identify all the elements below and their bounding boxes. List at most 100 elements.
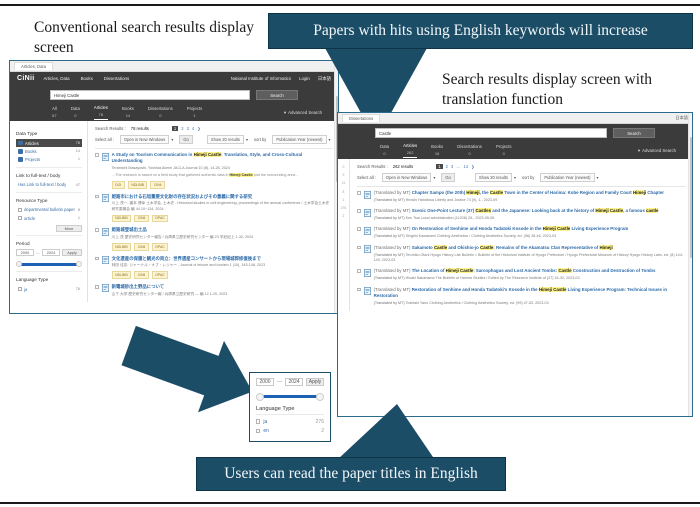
result-title[interactable]: (Translated by MT) Sakamoto Castle and O… bbox=[374, 244, 686, 251]
result-item[interactable]: A Study on Tourism Communication in Hime… bbox=[95, 152, 332, 189]
search-button-left[interactable]: Search bbox=[256, 89, 298, 100]
facet-more-button[interactable]: More bbox=[56, 225, 82, 233]
nav-dissertations[interactable]: Dissertations bbox=[104, 76, 129, 81]
scrollbar-thumb[interactable] bbox=[689, 137, 692, 259]
result-tag[interactable]: OPAC bbox=[151, 242, 169, 251]
zc-slider-knob-right[interactable] bbox=[316, 392, 324, 401]
period-from-input[interactable]: 2000 bbox=[16, 249, 34, 257]
zc-apply-button[interactable]: Apply bbox=[306, 378, 324, 386]
result-title[interactable]: (Translated by MT) On Restoration of Sen… bbox=[374, 226, 686, 232]
facet-has-fulltext[interactable]: Has Link to full-text / body 47 bbox=[16, 181, 82, 189]
facet-projects[interactable]: Projects 1 bbox=[16, 155, 82, 163]
sort-select[interactable]: Publication Year (newest) bbox=[540, 173, 595, 182]
result-title[interactable]: A Study on Tourism Communication in Hime… bbox=[112, 152, 332, 165]
period-to-input[interactable]: 2024 bbox=[42, 249, 60, 257]
result-tag[interactable]: OPAC bbox=[151, 271, 169, 279]
result-item[interactable]: (Translated by MT) Restoration of Senhim… bbox=[357, 286, 686, 307]
checkbox-icon[interactable] bbox=[18, 216, 22, 220]
result-tag[interactable]: DOI bbox=[111, 180, 125, 189]
login-link[interactable]: Login bbox=[299, 76, 310, 82]
period-slider[interactable] bbox=[16, 260, 82, 268]
result-checkbox[interactable] bbox=[95, 228, 99, 232]
browser-tab-right[interactable]: Dissertations bbox=[342, 114, 381, 122]
tab-data-right[interactable]: Data 0 bbox=[380, 144, 389, 156]
zc-language-ja[interactable]: ja 276 bbox=[256, 419, 324, 425]
result-item[interactable]: (Translated by MT) Scenic One-Point Lect… bbox=[357, 208, 686, 221]
checkbox-icon[interactable] bbox=[18, 208, 22, 212]
result-title[interactable]: 姫路市における石垣重要文化財の存在状況およびその意義に関する研究 bbox=[112, 194, 332, 200]
result-title[interactable]: 文化遗産の保護と観光の両立：世界遗産コンサートから現場城郭修復後まで bbox=[112, 256, 332, 262]
advanced-search-toggle-left[interactable]: ▾ Advanced Search bbox=[284, 110, 322, 116]
facet-article[interactable]: article 1 bbox=[16, 214, 82, 222]
page-3[interactable]: 3 bbox=[187, 126, 189, 131]
result-checkbox[interactable] bbox=[95, 194, 99, 199]
result-checkbox[interactable] bbox=[357, 245, 361, 250]
result-checkbox[interactable] bbox=[95, 284, 99, 289]
result-item[interactable]: (Translated by MT) Chapter Sampo (the 20… bbox=[357, 190, 686, 203]
result-item[interactable]: (Translated by MT) The Location of Himej… bbox=[357, 268, 686, 281]
search-button-right[interactable]: Search bbox=[613, 128, 655, 138]
nii-link[interactable]: National Institute of Informatics bbox=[231, 76, 291, 82]
result-title[interactable]: (Translated by MT) Scenic One-Point Lect… bbox=[374, 208, 686, 214]
result-tag[interactable]: NDLBIB bbox=[127, 180, 148, 189]
search-input-right[interactable]: Castle bbox=[375, 128, 607, 138]
result-tag[interactable]: CiNii bbox=[150, 180, 165, 189]
zc-language-en[interactable]: en 2 bbox=[256, 428, 324, 434]
result-title[interactable]: (Translated by MT) Restoration of Senhim… bbox=[374, 286, 686, 300]
result-tag[interactable]: CiNii bbox=[134, 271, 149, 279]
cinii-logo[interactable]: CiNii bbox=[17, 75, 34, 82]
result-title[interactable]: (Translated by MT) Chapter Sampo (the 20… bbox=[374, 190, 686, 196]
zc-slider-knob-left[interactable] bbox=[256, 392, 264, 401]
result-checkbox[interactable] bbox=[357, 209, 361, 213]
page-14[interactable]: 14 bbox=[463, 164, 468, 169]
browser-tab-left[interactable]: Articles, Data bbox=[14, 62, 53, 70]
zc-period-slider[interactable] bbox=[256, 391, 324, 401]
result-item[interactable]: 姫路城登城出土品 川上 茂 歴史研究センター報告 / 兵庫県立歴史研究センター 編… bbox=[95, 227, 332, 251]
tab-articles-right[interactable]: Articles 262 bbox=[403, 143, 418, 158]
result-item[interactable]: 新電城砂出土野品について 山下 大学 歴史研究センター報 / 兵庫県立歴史研究 ―… bbox=[95, 284, 332, 297]
period-apply-button[interactable]: Apply bbox=[62, 249, 82, 257]
result-checkbox[interactable] bbox=[357, 269, 361, 273]
tab-dissertations[interactable]: Dissertations 0 bbox=[148, 106, 173, 118]
period-slider-knob-right[interactable] bbox=[76, 261, 82, 268]
advanced-search-toggle-right[interactable]: ▾ Advanced Search bbox=[638, 148, 676, 154]
result-checkbox[interactable] bbox=[357, 287, 361, 292]
search-input-left[interactable]: Himeji Castle bbox=[50, 89, 250, 100]
result-tag[interactable]: NDLBIB bbox=[111, 214, 132, 223]
tab-dissertations-right[interactable]: Dissertations 0 bbox=[457, 144, 482, 156]
page-4[interactable]: 4 bbox=[192, 126, 194, 131]
tab-projects[interactable]: Projects 1 bbox=[187, 106, 203, 118]
sort-select[interactable]: Publication Year (newest) bbox=[272, 135, 327, 144]
result-title[interactable]: 新電城砂出土野品について bbox=[112, 284, 332, 290]
tab-data[interactable]: Data 0 bbox=[71, 106, 80, 118]
scrollbar-right[interactable] bbox=[688, 113, 692, 416]
tab-articles[interactable]: Articles 78 bbox=[93, 105, 108, 120]
facet-language-ja[interactable]: ja 76 bbox=[16, 285, 82, 293]
tab-projects-right[interactable]: Projects 0 bbox=[496, 144, 512, 156]
nav-articles-data[interactable]: Articles, Data bbox=[43, 76, 69, 81]
page-2[interactable]: 2 bbox=[446, 164, 448, 169]
checkbox-icon[interactable] bbox=[256, 428, 261, 434]
result-item[interactable]: (Translated by MT) Sakamoto Castle and O… bbox=[357, 244, 686, 264]
tab-all[interactable]: All 87 bbox=[52, 106, 57, 118]
next-page-icon[interactable]: ❯ bbox=[471, 164, 475, 169]
checkbox-icon[interactable] bbox=[18, 287, 22, 292]
page-1[interactable]: 1 bbox=[436, 164, 443, 169]
facet-articles[interactable]: Articles 78 bbox=[16, 139, 82, 148]
result-item[interactable]: (Translated by MT) On Restoration of Sen… bbox=[357, 226, 686, 239]
result-tag[interactable]: OPAC bbox=[151, 214, 169, 223]
result-checkbox[interactable] bbox=[357, 227, 361, 232]
result-title[interactable]: (Translated by MT) The Location of Himej… bbox=[374, 268, 686, 274]
result-item[interactable]: 文化遗産の保護と観光の両立：世界遗産コンサートから現場城郭修復後まで 林田 佳奈,… bbox=[95, 256, 332, 279]
page-2[interactable]: 2 bbox=[181, 126, 183, 131]
zc-period-from[interactable]: 2000 bbox=[256, 378, 274, 386]
result-item[interactable]: 姫路市における石垣重要文化財の存在状況およびその意義に関する研究 川上 茂一, 橋… bbox=[95, 194, 332, 223]
checkbox-icon[interactable] bbox=[256, 419, 261, 424]
browser-tab-right-language[interactable]: 日本語 bbox=[675, 115, 688, 121]
open-in-select[interactable]: Open in New Windows bbox=[119, 135, 170, 144]
result-tag[interactable]: CiNii bbox=[134, 214, 149, 223]
result-tag[interactable]: NDLBIB bbox=[111, 242, 132, 251]
result-checkbox[interactable] bbox=[357, 191, 361, 195]
go-button[interactable]: Go bbox=[179, 135, 193, 144]
tab-books[interactable]: Books 14 bbox=[122, 106, 134, 118]
